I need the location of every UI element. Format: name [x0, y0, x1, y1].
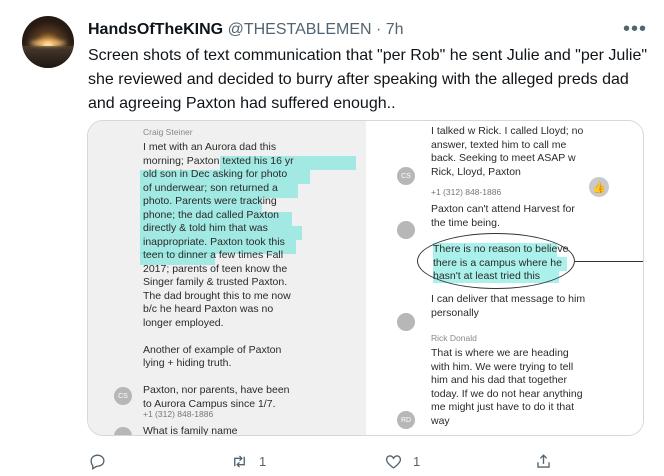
message-text: I met with an Aurora dad this morning; Pa… — [143, 141, 363, 411]
like-count: 1 — [413, 453, 421, 469]
contact-avatar: RD — [397, 411, 415, 429]
contact-avatar — [397, 313, 415, 331]
message-line: the time being. — [431, 216, 500, 229]
message-line: lying + hiding truth. — [143, 357, 232, 369]
message-line — [143, 371, 363, 385]
avatar[interactable] — [22, 16, 74, 68]
message-line: I talked w Rick. I called Lloyd; no — [431, 125, 584, 137]
share-button[interactable] — [534, 446, 553, 476]
message-text: That is where we are heading with him. We… — [431, 347, 641, 428]
heart-icon — [385, 454, 402, 469]
message-line: today. If we do not hear anything — [431, 387, 583, 400]
message-line: There is no reason to believe — [433, 243, 569, 255]
message-line — [143, 330, 363, 344]
message-line: b/c he heard Paxton was no — [143, 303, 274, 315]
message-line: personally — [431, 306, 479, 319]
media-image[interactable]: Craig Steiner I met with an Aurora dad t… — [87, 120, 644, 436]
message-line: there is a campus where he — [433, 256, 562, 269]
message-line: The dad brought this to me now — [143, 289, 291, 302]
tweet-header: HandsOfTheKING @THESTABLEMEN · 7h — [88, 20, 404, 40]
message-line: of underwear; son returned a — [143, 181, 278, 194]
message-line: hasn't at least tried this — [433, 270, 541, 282]
contact-avatar — [397, 221, 415, 239]
message-text: I talked w Rick. I called Lloyd; no answe… — [431, 125, 641, 179]
phone-number: +1 (312) 848-1886 — [143, 409, 214, 419]
message-line: old son in Dec asking for photo — [143, 168, 288, 180]
action-bar: 1 1 — [0, 446, 664, 476]
retweet-count: 1 — [259, 453, 267, 469]
tweet[interactable]: HandsOfTheKING @THESTABLEMEN · 7h ••• Sc… — [0, 0, 664, 476]
separator-dot: · — [376, 21, 382, 38]
message-text: Paxton can't attend Harvest for the time … — [431, 203, 641, 230]
message-line: morning; Paxton texted his 16 yr — [143, 154, 294, 167]
like-button[interactable]: 1 — [384, 446, 420, 476]
message-line: I can deliver that message to him — [431, 293, 586, 305]
message-text: There is no reason to believe there is a … — [433, 243, 633, 284]
message-line: longer employed. — [143, 316, 224, 329]
display-name[interactable]: HandsOfTheKING — [88, 21, 223, 38]
screenshot-right: I talked w Rick. I called Lloyd; no answe… — [367, 121, 643, 435]
retweet-button[interactable]: 1 — [230, 446, 266, 476]
message-line: inappropriate. Paxton took this — [143, 235, 285, 248]
message-line: 2017; parents of teen know the — [143, 262, 288, 275]
screenshot-left: Craig Steiner I met with an Aurora dad t… — [88, 121, 366, 435]
message-line: directly & told him that was — [143, 222, 268, 234]
contact-avatar: CS — [114, 387, 132, 405]
handle[interactable]: @THESTABLEMEN — [228, 21, 372, 38]
sender-name: Craig Steiner — [143, 127, 193, 137]
sender-name: Rick Donald — [431, 333, 477, 343]
contact-avatar: CS — [397, 167, 415, 185]
message-line: Rick, Lloyd, Paxton — [431, 165, 521, 178]
reply-icon — [90, 453, 105, 470]
message-line: with him. We were trying to tell — [431, 360, 574, 373]
message-line: back. Seeking to meet ASAP w — [431, 152, 576, 164]
message-text: I can deliver that message to him persona… — [431, 293, 641, 320]
more-options-icon[interactable]: ••• — [622, 16, 648, 42]
message-line: Paxton can't attend Harvest for — [431, 203, 575, 215]
message-line: phone; the dad called Paxton — [143, 208, 280, 221]
thumbs-up-icon: 👍 — [589, 177, 609, 197]
message-line: photo. Parents were tracking — [143, 195, 277, 207]
share-icon — [537, 453, 550, 468]
message-line: Singer family & trusted Paxton. — [143, 276, 288, 288]
phone-number: +1 (312) 848-1886 — [431, 187, 502, 197]
message-line: Another of example of Paxton — [143, 343, 282, 356]
tweet-text: Screen shots of text communication that … — [88, 47, 648, 112]
contact-avatar — [114, 427, 132, 435]
message-line: me might just have to do it that — [431, 401, 574, 413]
message-text: What is family name — [143, 425, 238, 436]
retweet-icon — [234, 454, 245, 468]
message-line: Paxton, nor parents, have been — [143, 384, 290, 396]
reply-button[interactable] — [88, 446, 117, 476]
message-line: That is where we are heading — [431, 347, 569, 359]
message-line: way — [431, 414, 450, 427]
timestamp[interactable]: 7h — [386, 21, 404, 38]
message-line: him and his dad that together — [431, 374, 568, 386]
message-line: answer, texted him to call me — [431, 138, 567, 151]
message-line: teen to dinner a few times Fall — [143, 249, 284, 261]
message-line: I met with an Aurora dad this — [143, 141, 277, 153]
